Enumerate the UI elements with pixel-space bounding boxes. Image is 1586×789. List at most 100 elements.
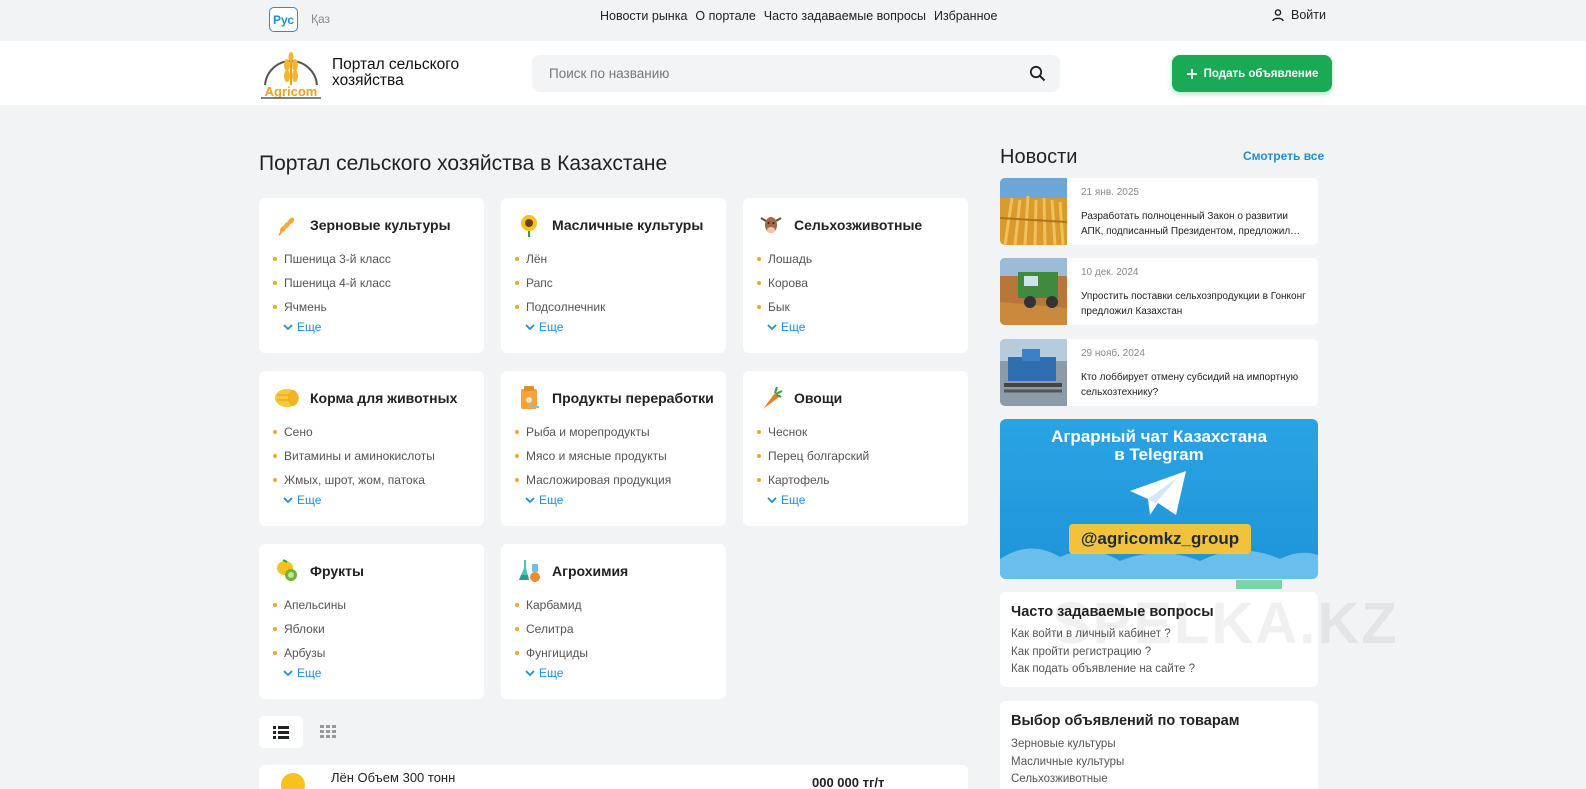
more-link[interactable]: Еще (283, 493, 321, 507)
search-input[interactable] (532, 55, 1002, 92)
nav-about[interactable]: О портале (695, 9, 755, 23)
category-title[interactable]: Продукты переработки (552, 390, 714, 406)
chevron-down-icon (525, 497, 535, 504)
news-item[interactable]: 29 нояб. 2024 Кто лоббирует отмену субси… (1000, 339, 1318, 406)
category-title[interactable]: Агрохимия (552, 563, 628, 579)
category-item[interactable]: Яблоки (273, 617, 346, 641)
category-item[interactable]: Арбузы (273, 641, 346, 665)
nav-faq[interactable]: Часто задаваемые вопросы (764, 9, 926, 23)
category-item[interactable]: Чеснок (757, 420, 869, 444)
faq-box: Часто задаваемые вопросы Как войти в лич… (1000, 592, 1318, 687)
category-item[interactable]: Подсолнечник (515, 295, 605, 319)
listing-title[interactable]: Лён Объем 300 тонн (331, 770, 455, 785)
telegram-icon (1130, 471, 1186, 515)
cow-icon (758, 212, 784, 238)
news-text[interactable]: Упростить поставки сельхозпродукции в Го… (1081, 289, 1309, 319)
listing-card[interactable]: Лён Объем 300 тонн 000 000 тг/т (259, 765, 968, 789)
nav-favorites[interactable]: Избранное (934, 9, 997, 23)
wheat-icon (274, 212, 300, 238)
category-item[interactable]: Пшеница 4-й класс (273, 271, 391, 295)
category-item[interactable]: Картофель (757, 468, 869, 492)
telegram-banner[interactable]: Аграрный чат Казахстана в Telegram @agri… (1000, 419, 1318, 579)
news-text[interactable]: Разработать полноценный Закон о развитии… (1081, 209, 1309, 239)
category-card-processed: Продукты переработки Рыба и морепродукты… (501, 371, 726, 526)
category-card-grains: Зерновые культуры Пшеница 3-й класс Пшен… (259, 198, 484, 353)
category-item[interactable]: Витамины и аминокислоты (273, 444, 435, 468)
telegram-handle[interactable]: @agricomkz_group (1069, 524, 1251, 554)
agricom-logo[interactable]: Agricom (259, 47, 323, 99)
chevron-down-icon (767, 324, 777, 331)
more-link[interactable]: Еще (525, 320, 563, 334)
more-link[interactable]: Еще (283, 320, 321, 334)
faq-item[interactable]: Как пройти регистрацию ? (1011, 644, 1195, 662)
category-item[interactable]: Перец болгарский (757, 444, 869, 468)
more-link[interactable]: Еще (525, 493, 563, 507)
plus-icon (1186, 68, 1197, 79)
category-item[interactable]: Жмых, шрот, жом, патока (273, 468, 435, 492)
category-item[interactable]: Рапс (515, 271, 605, 295)
news-item[interactable]: 21 янв. 2025 Разработать полноценный Зак… (1000, 178, 1318, 245)
faq-item[interactable]: Как подать объявление на сайте ? (1011, 661, 1195, 679)
top-nav: Новости рынка О портале Часто задаваемые… (600, 9, 997, 23)
hay-icon (274, 385, 300, 411)
category-item[interactable]: Карбамид (515, 593, 588, 617)
list-view-button[interactable] (259, 716, 303, 748)
category-title[interactable]: Фрукты (310, 563, 364, 579)
category-item[interactable]: Сено (273, 420, 435, 444)
lang-ru-button[interactable]: Рус (269, 7, 298, 32)
search-icon[interactable] (1029, 65, 1046, 82)
category-item[interactable]: Корова (757, 271, 812, 295)
category-item[interactable]: Бык (757, 295, 812, 319)
category-title[interactable]: Масличные культуры (552, 217, 703, 233)
search-box (532, 55, 1060, 92)
category-item[interactable]: Масложировая продукция (515, 468, 671, 492)
login-label: Войти (1291, 8, 1326, 22)
category-item[interactable]: Мясо и мясные продукты (515, 444, 671, 468)
telegram-banner-subtitle: в Telegram (1114, 445, 1204, 464)
category-item[interactable]: Рыба и морепродукты (515, 420, 671, 444)
flask-icon (516, 558, 542, 584)
category-item[interactable]: Ячмень (273, 295, 391, 319)
faq-item[interactable]: Как войти в личный кабинет ? (1011, 626, 1195, 644)
category-title[interactable]: Корма для животных (310, 390, 457, 406)
news-heading: Новости (1000, 146, 1078, 168)
grid-view-button[interactable] (318, 722, 338, 742)
category-title[interactable]: Зерновые культуры (310, 217, 451, 233)
sunflower-icon (516, 212, 542, 238)
more-link[interactable]: Еще (283, 666, 321, 680)
user-icon (1272, 9, 1284, 22)
lang-kz-button[interactable]: Қаз (311, 12, 330, 26)
chevron-down-icon (283, 497, 293, 504)
category-item[interactable]: Селитра (515, 617, 588, 641)
ads-item[interactable]: Зерновые культуры (1011, 736, 1124, 754)
news-thumbnail (1000, 258, 1067, 325)
category-item[interactable]: Лён (515, 247, 605, 271)
page-title: Портал сельского хозяйства в Казахстане (259, 152, 668, 175)
news-item[interactable]: 10 дек. 2024 Упростить поставки сельхозп… (1000, 258, 1318, 325)
ads-item[interactable]: Масличные культуры (1011, 754, 1124, 772)
nav-market-news[interactable]: Новости рынка (600, 9, 687, 23)
news-thumbnail (1000, 178, 1067, 245)
ads-title: Выбор объявлений по товарам (1011, 713, 1240, 729)
category-item[interactable]: Апельсины (273, 593, 346, 617)
more-link[interactable]: Еще (767, 493, 805, 507)
category-card-fruits: Фрукты Апельсины Яблоки Арбузы Еще (259, 544, 484, 699)
more-link[interactable]: Еще (767, 320, 805, 334)
post-ad-button[interactable]: Подать объявление (1172, 55, 1332, 92)
carrot-icon (758, 385, 784, 411)
ads-item[interactable]: Сельхозживотные (1011, 771, 1124, 789)
news-date: 29 нояб. 2024 (1081, 348, 1145, 359)
svg-text:Agricom: Agricom (265, 84, 318, 99)
category-item[interactable]: Пшеница 3-й класс (273, 247, 391, 271)
category-item[interactable]: Фунгициды (515, 641, 588, 665)
news-text[interactable]: Кто лоббирует отмену субсидий на импортн… (1081, 370, 1309, 400)
more-link[interactable]: Еще (525, 666, 563, 680)
category-title[interactable]: Сельхозживотные (794, 217, 922, 233)
login-link[interactable]: Войти (1271, 8, 1326, 22)
category-card-agrochemicals: Агрохимия Карбамид Селитра Фунгициды Еще (501, 544, 726, 699)
category-item[interactable]: Лошадь (757, 247, 812, 271)
scroll-tab[interactable] (1236, 580, 1282, 589)
category-title[interactable]: Овощи (794, 390, 842, 406)
category-card-livestock: Сельхозживотные Лошадь Корова Бык Еще (743, 198, 968, 353)
news-see-all-link[interactable]: Смотреть все (1243, 149, 1324, 163)
